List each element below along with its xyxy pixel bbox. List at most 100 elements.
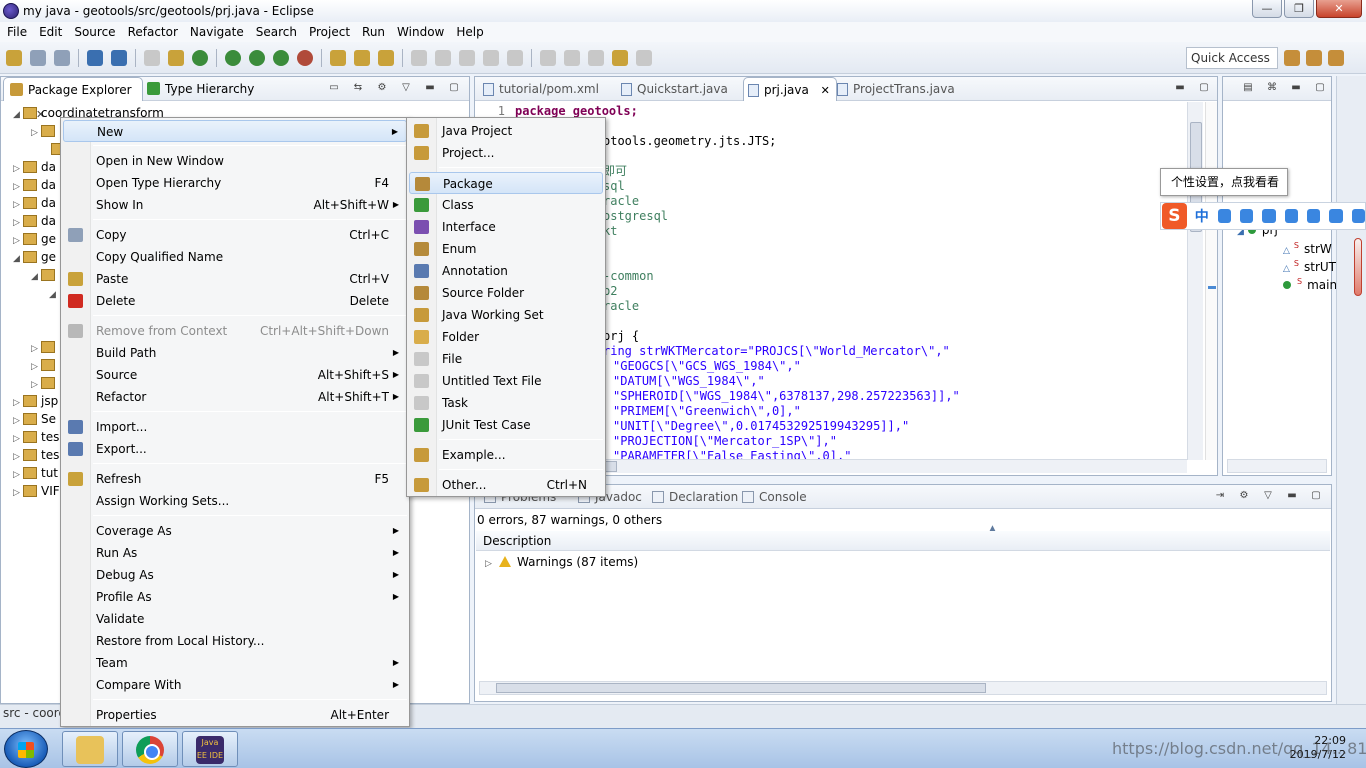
new-menu-item-other[interactable]: Other... Ctrl+N bbox=[409, 474, 603, 496]
description-column-header[interactable]: Description bbox=[476, 531, 1330, 551]
context-menu-item-assign-working-sets[interactable]: Assign Working Sets... bbox=[63, 490, 407, 512]
filter-icon[interactable]: ⚙ bbox=[375, 81, 389, 95]
ime-mode-toggle[interactable]: 中 bbox=[1195, 206, 1209, 226]
tree-item[interactable]: ▷ da bbox=[13, 158, 56, 176]
twisty-icon[interactable]: ◢ bbox=[31, 268, 41, 286]
brush-icon[interactable] bbox=[435, 50, 451, 66]
tree-item[interactable]: ▷ VIF bbox=[13, 482, 60, 500]
context-menu-item-profile-as[interactable]: Profile As ▶ bbox=[63, 586, 407, 608]
tree-item[interactable]: ▷ da bbox=[13, 194, 56, 212]
minimize-view-icon[interactable]: ▬ bbox=[1289, 81, 1303, 95]
coverage-icon[interactable] bbox=[273, 50, 289, 66]
filter-icon[interactable]: ⚙ bbox=[1237, 489, 1251, 503]
user-icon[interactable] bbox=[1307, 209, 1321, 223]
tree-item[interactable]: ▷ bbox=[31, 374, 59, 392]
keyboard-icon[interactable] bbox=[1284, 209, 1299, 223]
new-menu-item-interface[interactable]: Interface bbox=[409, 216, 603, 238]
new-icon[interactable] bbox=[6, 50, 22, 66]
new-menu-item-example[interactable]: Example... bbox=[409, 444, 603, 466]
next-annotation-icon[interactable] bbox=[540, 50, 556, 66]
task-list-icon[interactable]: ⌘ bbox=[1265, 81, 1279, 95]
pen-icon[interactable] bbox=[378, 50, 394, 66]
maximize-view-icon[interactable]: ▢ bbox=[447, 81, 461, 95]
context-menu-item-refresh[interactable]: Refresh F5 bbox=[63, 468, 407, 490]
forward-icon[interactable] bbox=[636, 50, 652, 66]
context-menu-item-copy-qualified-name[interactable]: Copy Qualified Name bbox=[63, 246, 407, 268]
menu-run[interactable]: Run bbox=[355, 25, 390, 39]
context-menu-item-show-in[interactable]: Show In Alt+Shift+W ▶ bbox=[63, 194, 407, 216]
save-all-icon[interactable] bbox=[54, 50, 70, 66]
editor-tab-pom[interactable]: tutorial/pom.xml bbox=[479, 77, 599, 101]
context-menu-item-copy[interactable]: Copy Ctrl+C bbox=[63, 224, 407, 246]
taskbar-eclipse[interactable]: Java EE IDE bbox=[182, 731, 238, 767]
tab-type-hierarchy[interactable]: Type Hierarchy bbox=[141, 77, 260, 101]
paragraph-icon[interactable] bbox=[507, 50, 523, 66]
menu-file[interactable]: File bbox=[0, 25, 32, 39]
tree-item[interactable]: ▷ tes bbox=[13, 428, 59, 446]
document-icon[interactable] bbox=[483, 50, 499, 66]
menu-source[interactable]: Source bbox=[67, 25, 120, 39]
quick-access-field[interactable]: Quick Access bbox=[1186, 47, 1278, 69]
taskbar-explorer[interactable] bbox=[62, 731, 118, 767]
tree-item[interactable]: ▷ da bbox=[13, 176, 56, 194]
link-editor-icon[interactable]: ⇆ bbox=[351, 81, 365, 95]
tree-item[interactable]: ▷ tes bbox=[13, 446, 59, 464]
problems-horizontal-scrollbar[interactable] bbox=[479, 681, 1327, 695]
context-menu-item-run-as[interactable]: Run As ▶ bbox=[63, 542, 407, 564]
java-ee-perspective-icon[interactable] bbox=[1306, 50, 1322, 66]
menu-navigate[interactable]: Navigate bbox=[183, 25, 249, 39]
sogou-logo-icon[interactable]: S bbox=[1162, 203, 1187, 229]
outline-item-field[interactable]: △S strW bbox=[1283, 237, 1332, 256]
open-folder-icon[interactable] bbox=[354, 50, 370, 66]
tree-item[interactable]: ◢ bbox=[49, 284, 59, 302]
save-icon[interactable] bbox=[30, 50, 46, 66]
context-menu-item-restore-from-local-history[interactable]: Restore from Local History... bbox=[63, 630, 407, 652]
context-menu-item-delete[interactable]: Delete Delete bbox=[63, 290, 407, 312]
maximize-view-icon[interactable]: ▢ bbox=[1197, 81, 1211, 95]
menu-refactor[interactable]: Refactor bbox=[121, 25, 183, 39]
tree-item[interactable]: ▷ bbox=[31, 356, 59, 374]
context-menu-item-build-path[interactable]: Build Path ▶ bbox=[63, 342, 407, 364]
emoji-icon[interactable] bbox=[1240, 209, 1254, 223]
menu-search[interactable]: Search bbox=[249, 25, 302, 39]
editor-tab-prj[interactable]: prj.java ✕ bbox=[743, 77, 837, 101]
menu-edit[interactable]: Edit bbox=[32, 25, 67, 39]
context-menu-item-open-type-hierarchy[interactable]: Open Type Hierarchy F4 bbox=[63, 172, 407, 194]
context-menu-item-team[interactable]: Team ▶ bbox=[63, 652, 407, 674]
new-menu-item-java-project[interactable]: Java Project bbox=[409, 120, 603, 142]
package-icon[interactable] bbox=[168, 50, 184, 66]
outline-item-method[interactable]: Smain bbox=[1283, 273, 1337, 292]
context-menu-item-export[interactable]: Export... bbox=[63, 438, 407, 460]
editor-tab-quickstart[interactable]: Quickstart.java bbox=[617, 77, 728, 101]
scroll-thumb[interactable] bbox=[605, 461, 617, 472]
last-edit-icon[interactable] bbox=[588, 50, 604, 66]
start-button[interactable] bbox=[4, 730, 48, 768]
tab-declaration[interactable]: Declaration bbox=[649, 485, 738, 509]
context-menu-item-debug-as[interactable]: Debug As ▶ bbox=[63, 564, 407, 586]
tree-item[interactable]: ◢ bbox=[31, 266, 59, 284]
tree-item[interactable]: ▷ Se bbox=[13, 410, 56, 428]
outline-horizontal-scrollbar[interactable] bbox=[1227, 459, 1327, 473]
context-menu-item-compare-with[interactable]: Compare With ▶ bbox=[63, 674, 407, 696]
pin-icon[interactable] bbox=[411, 50, 427, 66]
tab-package-explorer[interactable]: Package Explorer ✕ bbox=[3, 77, 143, 121]
twisty-icon[interactable]: ▷ bbox=[485, 555, 499, 573]
new-menu-item-enum[interactable]: Enum bbox=[409, 238, 603, 260]
punctuation-icon[interactable] bbox=[1217, 209, 1232, 223]
new-menu-item-source-folder[interactable]: Source Folder bbox=[409, 282, 603, 304]
twisty-icon[interactable]: ▷ bbox=[31, 124, 41, 142]
view-menu-icon[interactable]: ▽ bbox=[1261, 489, 1275, 503]
skin-icon[interactable] bbox=[1329, 209, 1343, 223]
tree-item[interactable]: ▷ tut bbox=[13, 464, 58, 482]
minimize-view-icon[interactable]: ▬ bbox=[1285, 489, 1299, 503]
close-button[interactable]: ✕ bbox=[1316, 0, 1362, 18]
new-menu-item-project[interactable]: Project... bbox=[409, 142, 603, 164]
tree-item[interactable]: ◢ ge bbox=[13, 248, 56, 266]
tab-console[interactable]: Console bbox=[739, 485, 807, 509]
menu-help[interactable]: Help bbox=[449, 25, 488, 39]
context-menu-item-open-in-new-window[interactable]: Open in New Window bbox=[63, 150, 407, 172]
terminal-icon[interactable] bbox=[111, 50, 127, 66]
new-menu-item-task[interactable]: Task bbox=[409, 392, 603, 414]
warnings-group-row[interactable]: ▷ Warnings (87 items) bbox=[485, 553, 638, 571]
context-menu-item-import[interactable]: Import... bbox=[63, 416, 407, 438]
